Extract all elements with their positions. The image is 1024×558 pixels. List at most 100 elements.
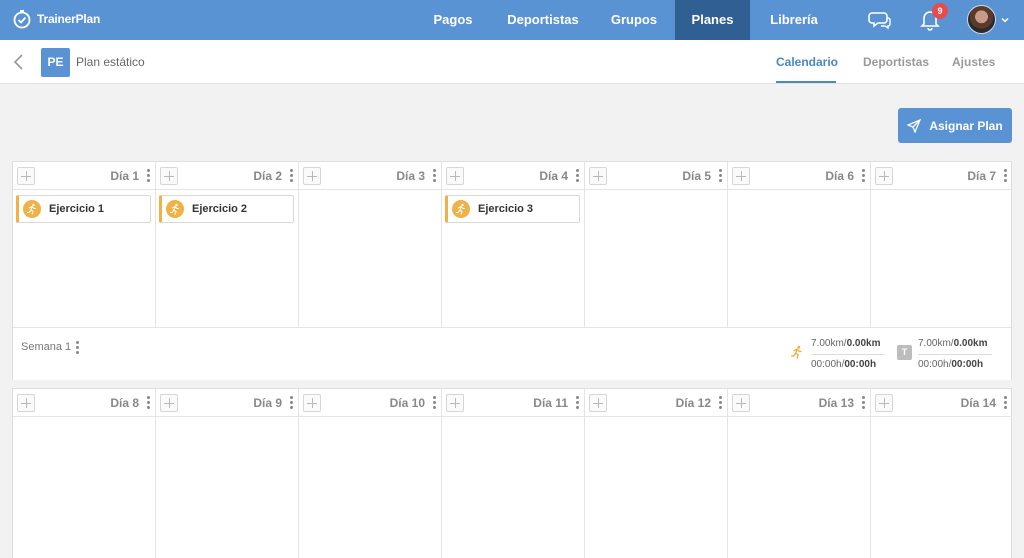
day-header: Día 11 [442, 389, 584, 417]
day-header: Día 10 [299, 389, 441, 417]
more-options-icon[interactable] [432, 396, 436, 410]
workout-label: Ejercicio 3 [478, 203, 534, 215]
add-icon[interactable] [732, 167, 750, 185]
workout-card[interactable]: Ejercicio 1 [16, 195, 151, 223]
add-icon[interactable] [589, 394, 607, 412]
run-time-stat: 00:00h/00:00h [811, 359, 877, 370]
day-column: Día 12 [585, 389, 728, 558]
add-icon[interactable] [160, 167, 178, 185]
app-logo[interactable]: TrainerPlan [12, 9, 100, 29]
week-block-2: Día 8 Día 9 Día 10 Día 11 Día 12 Día 13 … [12, 388, 1012, 558]
day-label: Día 11 [533, 396, 568, 410]
more-options-icon[interactable] [146, 396, 150, 410]
more-options-icon[interactable] [718, 169, 722, 183]
add-icon[interactable] [17, 167, 35, 185]
tab-deportistas[interactable]: Deportistas [863, 40, 929, 84]
chat-icon[interactable] [868, 8, 892, 32]
day-header: Día 6 [728, 162, 870, 190]
day-column: Día 11 [442, 389, 585, 558]
running-icon [166, 200, 184, 218]
nav-planes[interactable]: Planes [675, 0, 750, 40]
more-options-icon[interactable] [575, 396, 579, 410]
day-header: Día 1 [13, 162, 155, 190]
more-options-icon[interactable] [575, 169, 579, 183]
nav-grupos[interactable]: Grupos [600, 0, 668, 40]
day-label: Día 10 [389, 396, 425, 410]
running-icon [791, 345, 802, 359]
day-header: Día 12 [585, 389, 727, 417]
day-label: Día 8 [110, 396, 139, 410]
day-header: Día 4 [442, 162, 584, 190]
day-column: Día 1 Ejercicio 1 [13, 162, 156, 327]
more-options-icon[interactable] [432, 169, 436, 183]
nav-pagos[interactable]: Pagos [420, 0, 486, 40]
assign-plan-button[interactable]: Asignar Plan [898, 108, 1012, 143]
app-name: TrainerPlan [37, 12, 101, 26]
total-distance-stat: 7.00km/0.00km [918, 338, 988, 349]
workout-label: Ejercicio 1 [49, 203, 105, 215]
week-options-icon[interactable] [75, 341, 79, 355]
more-options-icon[interactable] [1003, 169, 1007, 183]
day-column: Día 4 Ejercicio 3 [442, 162, 585, 327]
tab-ajustes[interactable]: Ajustes [952, 40, 995, 84]
day-label: Día 3 [396, 169, 425, 183]
user-avatar[interactable] [967, 5, 996, 34]
more-options-icon[interactable] [289, 169, 293, 183]
tab-calendario[interactable]: Calendario [776, 40, 838, 84]
running-icon [452, 200, 470, 218]
add-icon[interactable] [589, 167, 607, 185]
add-icon[interactable] [17, 394, 35, 412]
day-column: Día 14 [871, 389, 1012, 558]
assign-plan-label: Asignar Plan [929, 118, 1003, 133]
more-options-icon[interactable] [289, 396, 293, 410]
running-icon [23, 200, 41, 218]
day-label: Día 9 [253, 396, 282, 410]
more-options-icon[interactable] [146, 169, 150, 183]
day-header: Día 5 [585, 162, 727, 190]
add-icon[interactable] [303, 394, 321, 412]
day-column: Día 13 [728, 389, 871, 558]
more-options-icon[interactable] [861, 396, 865, 410]
day-column: Día 9 [156, 389, 299, 558]
add-icon[interactable] [446, 167, 464, 185]
add-icon[interactable] [875, 167, 893, 185]
workout-card[interactable]: Ejercicio 3 [445, 195, 580, 223]
stopwatch-icon [13, 10, 31, 29]
add-icon[interactable] [732, 394, 750, 412]
plan-badge: PE [41, 48, 70, 77]
nav-deportistas[interactable]: Deportistas [496, 0, 590, 40]
day-column: Día 2 Ejercicio 2 [156, 162, 299, 327]
nav-libreria[interactable]: Librería [760, 0, 828, 40]
day-column: Día 7 [871, 162, 1012, 327]
workout-label: Ejercicio 2 [192, 203, 248, 215]
top-navbar: TrainerPlan Pagos Deportistas Grupos Pla… [0, 0, 1024, 40]
day-label: Día 2 [253, 169, 282, 183]
add-icon[interactable] [446, 394, 464, 412]
day-label: Día 7 [967, 169, 996, 183]
day-header: Día 13 [728, 389, 870, 417]
day-label: Día 13 [818, 396, 854, 410]
chevron-down-icon[interactable] [1000, 15, 1010, 25]
day-header: Día 9 [156, 389, 298, 417]
add-icon[interactable] [875, 394, 893, 412]
more-options-icon[interactable] [1003, 396, 1007, 410]
more-options-icon[interactable] [861, 169, 865, 183]
stat-divider [811, 354, 885, 355]
back-arrow-icon[interactable] [12, 53, 26, 71]
add-icon[interactable] [303, 167, 321, 185]
add-icon[interactable] [160, 394, 178, 412]
day-column: Día 6 [728, 162, 871, 327]
plan-title: Plan estático [76, 55, 145, 69]
day-header: Día 7 [871, 162, 1012, 190]
send-icon [907, 118, 922, 133]
stat-divider [918, 354, 992, 355]
day-column: Día 8 [13, 389, 156, 558]
workout-card[interactable]: Ejercicio 2 [159, 195, 294, 223]
day-column: Día 3 [299, 162, 442, 327]
notification-badge: 9 [932, 3, 948, 19]
active-tab-indicator [776, 81, 836, 83]
day-label: Día 5 [682, 169, 711, 183]
week-block-1: Día 1 Ejercicio 1 Día 2 Ejercicio 2 Día … [12, 161, 1012, 380]
more-options-icon[interactable] [718, 396, 722, 410]
day-header: Día 14 [871, 389, 1012, 417]
